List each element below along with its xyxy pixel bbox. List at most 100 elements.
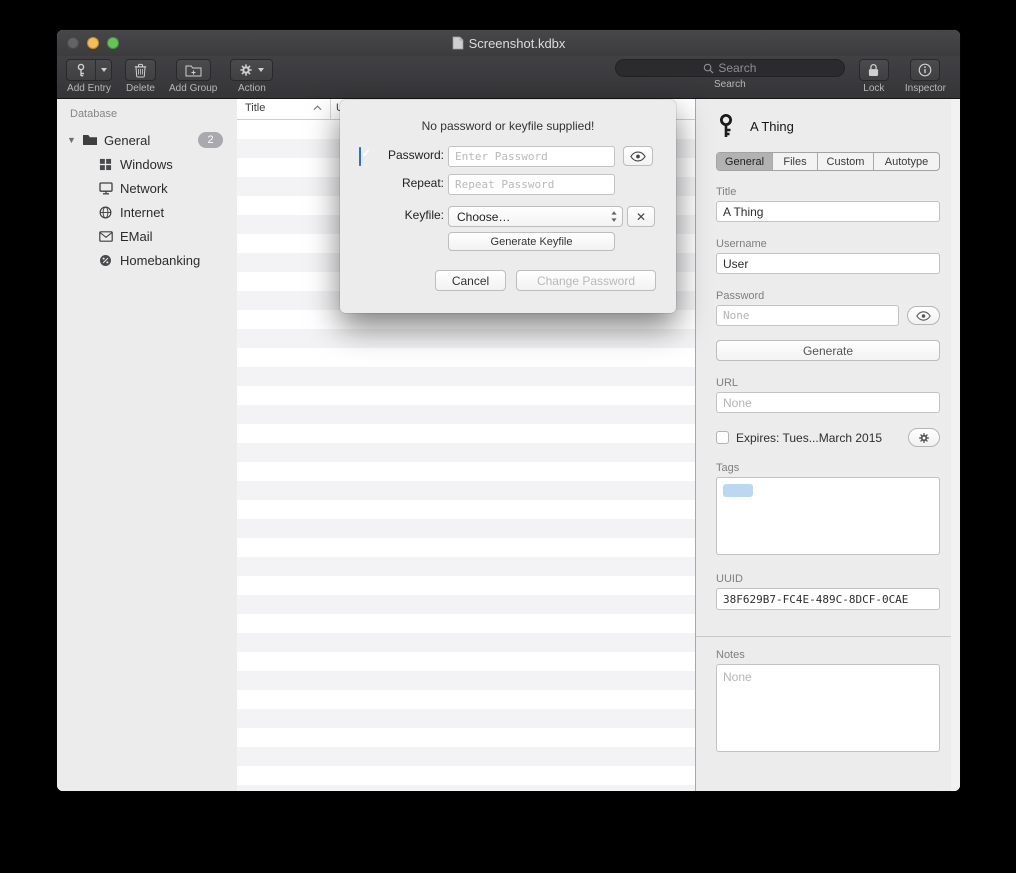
sidebar-header: Database [57, 108, 237, 120]
toolbar-item-add-group: Add Group [169, 59, 217, 94]
info-icon [918, 63, 932, 77]
traffic-lights [67, 37, 119, 49]
username-field[interactable] [716, 253, 940, 274]
tab-files[interactable]: Files [773, 153, 818, 170]
password-checkbox[interactable] [359, 147, 361, 166]
minimize-button[interactable] [87, 37, 99, 49]
add-entry-button[interactable] [66, 59, 112, 81]
dialog-repeat-label: Repeat: [374, 176, 444, 190]
app-window: Screenshot.kdbx Add Entry Delete Add Gro… [57, 30, 960, 791]
clear-keyfile-button[interactable]: ✕ [627, 206, 655, 227]
eye-icon [630, 151, 646, 162]
column-divider[interactable] [330, 99, 331, 119]
sidebar-item-label: Internet [120, 205, 164, 220]
toolbar-label: Lock [863, 83, 884, 94]
entry-header: A Thing [716, 113, 940, 139]
search-input[interactable]: Search [615, 59, 845, 77]
expires-row: Expires: Tues...March 2015 [716, 428, 940, 447]
inspector-scrollbar[interactable] [951, 99, 960, 791]
folder-plus-icon [185, 64, 202, 77]
gear-icon [918, 432, 930, 444]
lock-icon [868, 63, 879, 77]
chevron-down-icon[interactable] [95, 60, 111, 80]
keyfile-popup[interactable]: Choose… [448, 206, 623, 227]
dialog-reveal-password-button[interactable] [623, 146, 653, 166]
inspector-tabs: General Files Custom Autotype [716, 152, 940, 171]
toolbar-label: Delete [126, 83, 155, 94]
dialog-password-input[interactable] [448, 146, 615, 167]
toolbar-label: Search [714, 79, 746, 90]
trash-icon [134, 63, 147, 78]
toolbar-label: Add Group [169, 83, 217, 94]
sidebar-item-windows[interactable]: Windows [57, 152, 237, 176]
notes-label: Notes [716, 649, 940, 661]
entry-title: A Thing [750, 119, 794, 134]
action-button[interactable] [230, 59, 273, 81]
url-field[interactable] [716, 392, 940, 413]
close-button[interactable] [67, 37, 79, 49]
tab-autotype[interactable]: Autotype [874, 153, 939, 170]
disclosure-triangle-icon[interactable]: ▼ [67, 135, 77, 145]
toolbar-item-search: Search Search [615, 59, 845, 90]
eye-icon [916, 311, 931, 321]
search-icon [703, 63, 714, 74]
tab-custom[interactable]: Custom [818, 153, 874, 170]
window-title-text: Screenshot.kdbx [469, 36, 566, 51]
lock-button[interactable] [859, 59, 889, 81]
generate-keyfile-button[interactable]: Generate Keyfile [448, 232, 615, 251]
uuid-label: UUID [716, 573, 940, 585]
sidebar-item-label: Network [120, 181, 168, 196]
username-field-label: Username [716, 238, 940, 250]
key-plus-icon [67, 60, 95, 80]
toolbar-item-add-entry: Add Entry [66, 59, 112, 94]
sidebar-item-label: Windows [120, 157, 173, 172]
chevron-down-icon [258, 68, 264, 72]
sidebar: Database ▼ General 2 Windows Networ [57, 99, 237, 791]
sidebar-item-label: General [104, 133, 150, 148]
add-group-button[interactable] [176, 59, 211, 81]
tags-label: Tags [716, 462, 940, 474]
column-header-title[interactable]: Title [245, 102, 265, 114]
expires-checkbox[interactable] [716, 431, 729, 444]
title-field-label: Title [716, 186, 940, 198]
sidebar-item-homebanking[interactable]: Homebanking [57, 248, 237, 272]
uuid-field[interactable] [716, 588, 940, 610]
inspector-button[interactable] [910, 59, 940, 81]
title-field[interactable] [716, 201, 940, 222]
sidebar-item-internet[interactable]: Internet [57, 200, 237, 224]
reveal-password-button[interactable] [907, 306, 940, 325]
toolbar-label: Action [238, 83, 266, 94]
document-icon [452, 36, 464, 50]
sidebar-item-general[interactable]: ▼ General 2 [57, 128, 237, 152]
password-field[interactable] [716, 305, 899, 326]
toolbar-item-inspector: Inspector [905, 59, 946, 94]
cancel-button[interactable]: Cancel [435, 270, 506, 291]
keyfile-popup-value: Choose… [457, 210, 610, 224]
dialog-password-label: Password: [374, 148, 444, 162]
change-password-button[interactable]: Change Password [516, 270, 656, 291]
key-icon [716, 113, 736, 139]
gear-icon [239, 63, 253, 77]
zoom-button[interactable] [107, 37, 119, 49]
sidebar-item-network[interactable]: Network [57, 176, 237, 200]
notes-field[interactable]: None [716, 664, 940, 752]
tags-box[interactable] [716, 477, 940, 555]
dialog-repeat-input[interactable] [448, 174, 615, 195]
envelope-icon [97, 229, 114, 244]
sidebar-item-email[interactable]: EMail [57, 224, 237, 248]
password-row [716, 305, 940, 326]
title-bar: Screenshot.kdbx [57, 30, 960, 56]
inspector-panel: A Thing General Files Custom Autotype Ti… [696, 99, 960, 791]
sort-ascending-icon [313, 105, 322, 111]
section-divider [696, 636, 960, 637]
toolbar: Add Entry Delete Add Group Action [57, 56, 960, 99]
tag-pill[interactable] [723, 484, 753, 497]
toolbar-label: Add Entry [67, 83, 111, 94]
expires-settings-button[interactable] [908, 428, 940, 447]
windows-icon [97, 157, 114, 172]
generate-password-button[interactable]: Generate [716, 340, 940, 361]
delete-button[interactable] [125, 59, 156, 81]
tab-general[interactable]: General [717, 153, 773, 170]
toolbar-item-delete: Delete [125, 59, 156, 94]
count-badge: 2 [198, 132, 223, 148]
